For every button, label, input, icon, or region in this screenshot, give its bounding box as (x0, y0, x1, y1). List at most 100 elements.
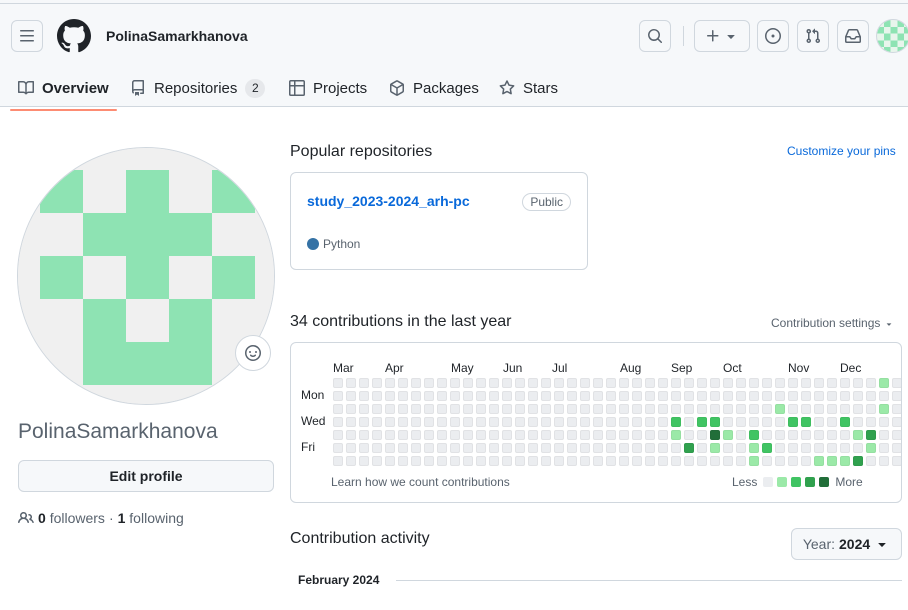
contribution-day-cell[interactable] (788, 404, 798, 414)
contribution-day-cell[interactable] (476, 430, 486, 440)
contribution-day-cell[interactable] (853, 404, 863, 414)
contribution-day-cell[interactable] (411, 430, 421, 440)
contribution-day-cell[interactable] (866, 430, 876, 440)
contribution-day-cell[interactable] (814, 404, 824, 414)
contribution-day-cell[interactable] (827, 417, 837, 427)
contribution-day-cell[interactable] (489, 417, 499, 427)
contribution-day-cell[interactable] (723, 430, 733, 440)
contribution-day-cell[interactable] (476, 404, 486, 414)
contribution-day-cell[interactable] (710, 417, 720, 427)
contribution-day-cell[interactable] (502, 430, 512, 440)
contribution-day-cell[interactable] (892, 417, 901, 427)
contribution-day-cell[interactable] (671, 417, 681, 427)
contribution-day-cell[interactable] (450, 378, 460, 388)
contribution-day-cell[interactable] (437, 430, 447, 440)
contribution-day-cell[interactable] (632, 443, 642, 453)
contribution-day-cell[interactable] (567, 404, 577, 414)
contribution-day-cell[interactable] (502, 456, 512, 466)
contribution-day-cell[interactable] (710, 378, 720, 388)
contribution-day-cell[interactable] (801, 456, 811, 466)
contribution-day-cell[interactable] (788, 443, 798, 453)
contribution-day-cell[interactable] (840, 456, 850, 466)
contribution-day-cell[interactable] (749, 404, 759, 414)
contribution-day-cell[interactable] (788, 456, 798, 466)
contribution-day-cell[interactable] (333, 456, 343, 466)
contribution-day-cell[interactable] (346, 443, 356, 453)
contribution-day-cell[interactable] (528, 417, 538, 427)
contribution-day-cell[interactable] (801, 378, 811, 388)
user-avatar[interactable] (876, 19, 908, 53)
contribution-day-cell[interactable] (606, 430, 616, 440)
contribution-day-cell[interactable] (385, 443, 395, 453)
contribution-day-cell[interactable] (372, 417, 382, 427)
contribution-day-cell[interactable] (385, 430, 395, 440)
contribution-day-cell[interactable] (632, 391, 642, 401)
contribution-day-cell[interactable] (554, 443, 564, 453)
contribution-day-cell[interactable] (632, 378, 642, 388)
contribution-day-cell[interactable] (541, 443, 551, 453)
contribution-day-cell[interactable] (437, 391, 447, 401)
contribution-day-cell[interactable] (749, 391, 759, 401)
contribution-day-cell[interactable] (450, 404, 460, 414)
contribution-day-cell[interactable] (762, 404, 772, 414)
contribution-day-cell[interactable] (736, 417, 746, 427)
contribution-day-cell[interactable] (736, 391, 746, 401)
contribution-day-cell[interactable] (359, 391, 369, 401)
contribution-day-cell[interactable] (528, 456, 538, 466)
contribution-day-cell[interactable] (723, 391, 733, 401)
contribution-day-cell[interactable] (723, 404, 733, 414)
contribution-day-cell[interactable] (840, 443, 850, 453)
contribution-day-cell[interactable] (866, 378, 876, 388)
contribution-day-cell[interactable] (372, 391, 382, 401)
contribution-day-cell[interactable] (840, 378, 850, 388)
contribution-day-cell[interactable] (801, 417, 811, 427)
contribution-day-cell[interactable] (840, 391, 850, 401)
contribution-day-cell[interactable] (372, 404, 382, 414)
pull-requests-button[interactable] (797, 20, 829, 52)
contribution-day-cell[interactable] (710, 404, 720, 414)
contribution-day-cell[interactable] (346, 378, 356, 388)
contribution-day-cell[interactable] (853, 443, 863, 453)
contribution-day-cell[interactable] (541, 378, 551, 388)
contribution-day-cell[interactable] (437, 417, 447, 427)
contribution-day-cell[interactable] (879, 456, 889, 466)
contribution-day-cell[interactable] (554, 404, 564, 414)
contribution-day-cell[interactable] (476, 391, 486, 401)
contribution-day-cell[interactable] (762, 443, 772, 453)
contribution-day-cell[interactable] (515, 391, 525, 401)
contribution-day-cell[interactable] (697, 391, 707, 401)
create-new-button[interactable] (694, 20, 750, 52)
contribution-day-cell[interactable] (775, 378, 785, 388)
contribution-day-cell[interactable] (684, 430, 694, 440)
contribution-day-cell[interactable] (411, 417, 421, 427)
contribution-day-cell[interactable] (736, 430, 746, 440)
contribution-day-cell[interactable] (398, 378, 408, 388)
contribution-day-cell[interactable] (398, 417, 408, 427)
contribution-day-cell[interactable] (775, 417, 785, 427)
contribution-day-cell[interactable] (333, 443, 343, 453)
contribution-day-cell[interactable] (541, 456, 551, 466)
contribution-day-cell[interactable] (684, 404, 694, 414)
contribution-day-cell[interactable] (645, 378, 655, 388)
contribution-day-cell[interactable] (866, 443, 876, 453)
contribution-day-cell[interactable] (853, 391, 863, 401)
contribution-day-cell[interactable] (372, 378, 382, 388)
contribution-day-cell[interactable] (749, 378, 759, 388)
contribution-day-cell[interactable] (372, 430, 382, 440)
contribution-day-cell[interactable] (359, 443, 369, 453)
contribution-day-cell[interactable] (567, 417, 577, 427)
contribution-day-cell[interactable] (866, 404, 876, 414)
contribution-day-cell[interactable] (866, 456, 876, 466)
contribution-day-cell[interactable] (489, 378, 499, 388)
contribution-day-cell[interactable] (801, 391, 811, 401)
contribution-day-cell[interactable] (424, 443, 434, 453)
contribution-day-cell[interactable] (593, 443, 603, 453)
following-link[interactable]: 1 following (118, 510, 184, 526)
contribution-day-cell[interactable] (411, 404, 421, 414)
contribution-day-cell[interactable] (775, 391, 785, 401)
contribution-day-cell[interactable] (580, 417, 590, 427)
contribution-day-cell[interactable] (801, 443, 811, 453)
contribution-day-cell[interactable] (619, 443, 629, 453)
contribution-day-cell[interactable] (840, 430, 850, 440)
contribution-day-cell[interactable] (892, 456, 901, 466)
